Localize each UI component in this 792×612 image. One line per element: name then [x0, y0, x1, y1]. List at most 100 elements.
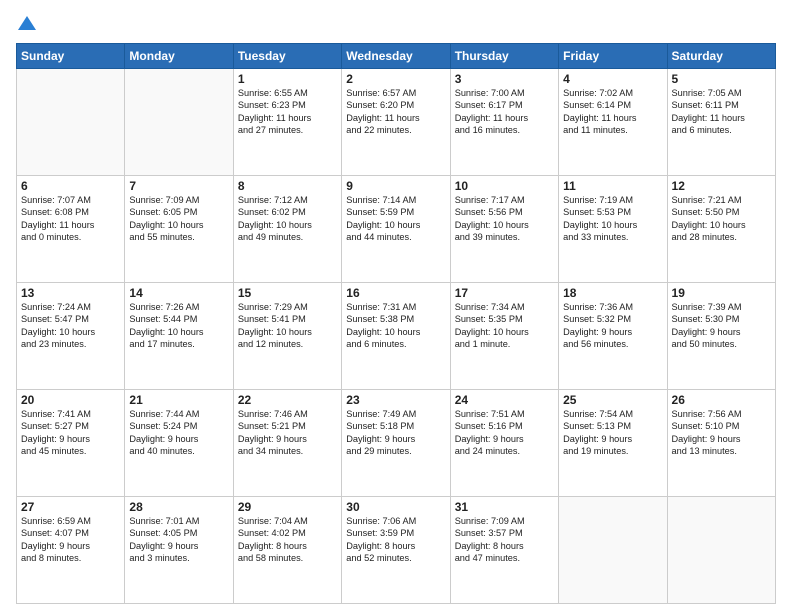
header: [16, 12, 776, 37]
day-number: 31: [455, 500, 554, 514]
cell-text: Sunrise: 7:26 AM Sunset: 5:44 PM Dayligh…: [129, 301, 228, 351]
cell-text: Sunrise: 7:36 AM Sunset: 5:32 PM Dayligh…: [563, 301, 662, 351]
calendar-cell: [667, 497, 775, 604]
calendar-cell: 22Sunrise: 7:46 AM Sunset: 5:21 PM Dayli…: [233, 390, 341, 497]
calendar-cell: 12Sunrise: 7:21 AM Sunset: 5:50 PM Dayli…: [667, 176, 775, 283]
calendar-cell: 30Sunrise: 7:06 AM Sunset: 3:59 PM Dayli…: [342, 497, 450, 604]
cell-text: Sunrise: 7:06 AM Sunset: 3:59 PM Dayligh…: [346, 515, 445, 565]
cell-text: Sunrise: 6:55 AM Sunset: 6:23 PM Dayligh…: [238, 87, 337, 137]
calendar-cell: 21Sunrise: 7:44 AM Sunset: 5:24 PM Dayli…: [125, 390, 233, 497]
cell-text: Sunrise: 7:14 AM Sunset: 5:59 PM Dayligh…: [346, 194, 445, 244]
cell-text: Sunrise: 7:09 AM Sunset: 3:57 PM Dayligh…: [455, 515, 554, 565]
calendar-week-row: 1Sunrise: 6:55 AM Sunset: 6:23 PM Daylig…: [17, 69, 776, 176]
calendar-cell: 27Sunrise: 6:59 AM Sunset: 4:07 PM Dayli…: [17, 497, 125, 604]
calendar-week-row: 13Sunrise: 7:24 AM Sunset: 5:47 PM Dayli…: [17, 283, 776, 390]
day-number: 5: [672, 72, 771, 86]
cell-text: Sunrise: 7:44 AM Sunset: 5:24 PM Dayligh…: [129, 408, 228, 458]
day-number: 7: [129, 179, 228, 193]
cell-text: Sunrise: 7:01 AM Sunset: 4:05 PM Dayligh…: [129, 515, 228, 565]
calendar-table: SundayMondayTuesdayWednesdayThursdayFrid…: [16, 43, 776, 604]
day-number: 23: [346, 393, 445, 407]
day-number: 1: [238, 72, 337, 86]
page: SundayMondayTuesdayWednesdayThursdayFrid…: [0, 0, 792, 612]
calendar-cell: 9Sunrise: 7:14 AM Sunset: 5:59 PM Daylig…: [342, 176, 450, 283]
cell-text: Sunrise: 7:46 AM Sunset: 5:21 PM Dayligh…: [238, 408, 337, 458]
calendar-week-row: 27Sunrise: 6:59 AM Sunset: 4:07 PM Dayli…: [17, 497, 776, 604]
calendar-cell: 17Sunrise: 7:34 AM Sunset: 5:35 PM Dayli…: [450, 283, 558, 390]
calendar-cell: 11Sunrise: 7:19 AM Sunset: 5:53 PM Dayli…: [559, 176, 667, 283]
cell-text: Sunrise: 6:57 AM Sunset: 6:20 PM Dayligh…: [346, 87, 445, 137]
calendar-cell: 16Sunrise: 7:31 AM Sunset: 5:38 PM Dayli…: [342, 283, 450, 390]
day-number: 29: [238, 500, 337, 514]
calendar-cell: 24Sunrise: 7:51 AM Sunset: 5:16 PM Dayli…: [450, 390, 558, 497]
logo-icon: [18, 14, 36, 32]
day-number: 12: [672, 179, 771, 193]
day-number: 9: [346, 179, 445, 193]
calendar-header-wednesday: Wednesday: [342, 44, 450, 69]
calendar-header-saturday: Saturday: [667, 44, 775, 69]
calendar-cell: 8Sunrise: 7:12 AM Sunset: 6:02 PM Daylig…: [233, 176, 341, 283]
cell-text: Sunrise: 7:02 AM Sunset: 6:14 PM Dayligh…: [563, 87, 662, 137]
day-number: 16: [346, 286, 445, 300]
calendar-cell: 4Sunrise: 7:02 AM Sunset: 6:14 PM Daylig…: [559, 69, 667, 176]
day-number: 2: [346, 72, 445, 86]
cell-text: Sunrise: 7:51 AM Sunset: 5:16 PM Dayligh…: [455, 408, 554, 458]
day-number: 25: [563, 393, 662, 407]
cell-text: Sunrise: 7:56 AM Sunset: 5:10 PM Dayligh…: [672, 408, 771, 458]
calendar-cell: 25Sunrise: 7:54 AM Sunset: 5:13 PM Dayli…: [559, 390, 667, 497]
day-number: 19: [672, 286, 771, 300]
day-number: 22: [238, 393, 337, 407]
day-number: 13: [21, 286, 120, 300]
calendar-cell: 13Sunrise: 7:24 AM Sunset: 5:47 PM Dayli…: [17, 283, 125, 390]
calendar-cell: 28Sunrise: 7:01 AM Sunset: 4:05 PM Dayli…: [125, 497, 233, 604]
day-number: 30: [346, 500, 445, 514]
day-number: 14: [129, 286, 228, 300]
day-number: 11: [563, 179, 662, 193]
cell-text: Sunrise: 7:34 AM Sunset: 5:35 PM Dayligh…: [455, 301, 554, 351]
cell-text: Sunrise: 7:04 AM Sunset: 4:02 PM Dayligh…: [238, 515, 337, 565]
day-number: 10: [455, 179, 554, 193]
cell-text: Sunrise: 7:24 AM Sunset: 5:47 PM Dayligh…: [21, 301, 120, 351]
calendar-cell: 7Sunrise: 7:09 AM Sunset: 6:05 PM Daylig…: [125, 176, 233, 283]
cell-text: Sunrise: 7:19 AM Sunset: 5:53 PM Dayligh…: [563, 194, 662, 244]
calendar-cell: 2Sunrise: 6:57 AM Sunset: 6:20 PM Daylig…: [342, 69, 450, 176]
calendar-cell: 15Sunrise: 7:29 AM Sunset: 5:41 PM Dayli…: [233, 283, 341, 390]
calendar-header-row: SundayMondayTuesdayWednesdayThursdayFrid…: [17, 44, 776, 69]
day-number: 4: [563, 72, 662, 86]
calendar-cell: 1Sunrise: 6:55 AM Sunset: 6:23 PM Daylig…: [233, 69, 341, 176]
cell-text: Sunrise: 7:17 AM Sunset: 5:56 PM Dayligh…: [455, 194, 554, 244]
cell-text: Sunrise: 6:59 AM Sunset: 4:07 PM Dayligh…: [21, 515, 120, 565]
cell-text: Sunrise: 7:09 AM Sunset: 6:05 PM Dayligh…: [129, 194, 228, 244]
calendar-cell: 31Sunrise: 7:09 AM Sunset: 3:57 PM Dayli…: [450, 497, 558, 604]
cell-text: Sunrise: 7:07 AM Sunset: 6:08 PM Dayligh…: [21, 194, 120, 244]
cell-text: Sunrise: 7:00 AM Sunset: 6:17 PM Dayligh…: [455, 87, 554, 137]
cell-text: Sunrise: 7:05 AM Sunset: 6:11 PM Dayligh…: [672, 87, 771, 137]
calendar-cell: 3Sunrise: 7:00 AM Sunset: 6:17 PM Daylig…: [450, 69, 558, 176]
cell-text: Sunrise: 7:12 AM Sunset: 6:02 PM Dayligh…: [238, 194, 337, 244]
day-number: 28: [129, 500, 228, 514]
calendar-cell: 23Sunrise: 7:49 AM Sunset: 5:18 PM Dayli…: [342, 390, 450, 497]
calendar-cell: [125, 69, 233, 176]
day-number: 20: [21, 393, 120, 407]
day-number: 15: [238, 286, 337, 300]
day-number: 17: [455, 286, 554, 300]
cell-text: Sunrise: 7:39 AM Sunset: 5:30 PM Dayligh…: [672, 301, 771, 351]
calendar-cell: 6Sunrise: 7:07 AM Sunset: 6:08 PM Daylig…: [17, 176, 125, 283]
calendar-cell: 18Sunrise: 7:36 AM Sunset: 5:32 PM Dayli…: [559, 283, 667, 390]
calendar-header-thursday: Thursday: [450, 44, 558, 69]
day-number: 24: [455, 393, 554, 407]
calendar-cell: [559, 497, 667, 604]
calendar-week-row: 6Sunrise: 7:07 AM Sunset: 6:08 PM Daylig…: [17, 176, 776, 283]
cell-text: Sunrise: 7:41 AM Sunset: 5:27 PM Dayligh…: [21, 408, 120, 458]
calendar-cell: 26Sunrise: 7:56 AM Sunset: 5:10 PM Dayli…: [667, 390, 775, 497]
day-number: 3: [455, 72, 554, 86]
day-number: 8: [238, 179, 337, 193]
calendar-header-sunday: Sunday: [17, 44, 125, 69]
day-number: 27: [21, 500, 120, 514]
day-number: 18: [563, 286, 662, 300]
calendar-header-monday: Monday: [125, 44, 233, 69]
calendar-cell: 10Sunrise: 7:17 AM Sunset: 5:56 PM Dayli…: [450, 176, 558, 283]
logo: [16, 12, 36, 37]
cell-text: Sunrise: 7:49 AM Sunset: 5:18 PM Dayligh…: [346, 408, 445, 458]
calendar-cell: [17, 69, 125, 176]
